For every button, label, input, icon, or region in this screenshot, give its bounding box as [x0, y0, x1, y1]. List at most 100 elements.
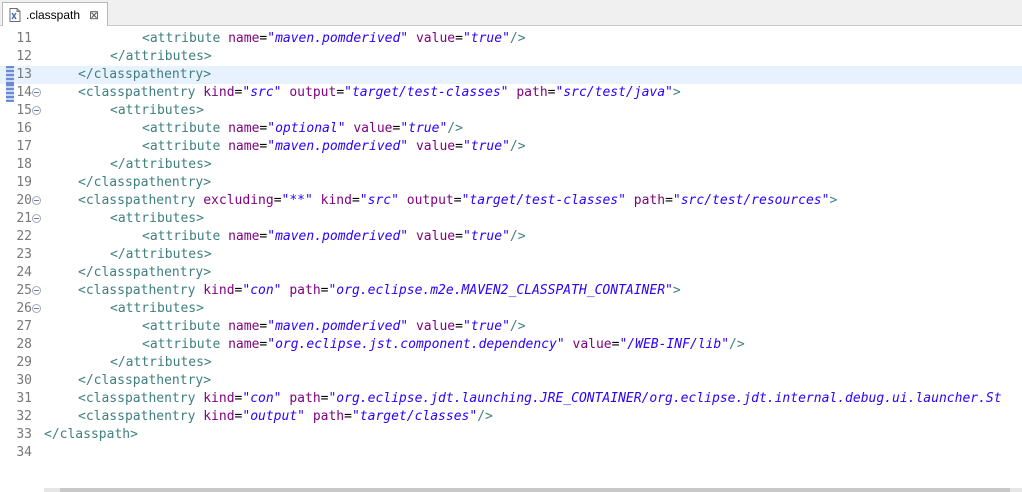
- token-eq: =: [351, 193, 360, 208]
- token-attr: value: [415, 319, 456, 334]
- code-line[interactable]: 27 <attribute name = "maven.pomderived" val…: [0, 318, 1022, 336]
- token-sp: [408, 229, 416, 244]
- token-val: "maven.pomderived": [267, 319, 409, 334]
- code-text: </attributes>: [110, 354, 212, 372]
- tab-title: .classpath: [26, 7, 81, 22]
- token-tag: >: [672, 283, 681, 298]
- token-attr: name: [228, 139, 260, 154]
- token-val: "true": [462, 31, 510, 46]
- code-text: <attribute name = "maven.pomderived" value…: [142, 228, 526, 246]
- token-val: "con": [242, 391, 282, 406]
- token-tag: <classpathentry: [78, 409, 196, 424]
- line-number: 19: [16, 175, 32, 190]
- fold-collapse-icon[interactable]: [32, 304, 41, 313]
- token-eq: =: [453, 193, 462, 208]
- token-sp: [220, 139, 228, 154]
- code-line[interactable]: 14 <classpathentry kind="src" output="tar…: [0, 84, 1022, 102]
- code-text: </attributes>: [110, 48, 212, 66]
- code-text: </classpathentry>: [78, 264, 211, 282]
- token-val: "**": [281, 193, 313, 208]
- line-number: 30: [16, 373, 32, 388]
- token-tag: <attribute: [142, 31, 221, 46]
- line-number: 20: [16, 193, 32, 208]
- token-sp: [565, 337, 573, 352]
- fold-collapse-icon[interactable]: [32, 106, 41, 115]
- fold-collapse-icon[interactable]: [32, 214, 41, 223]
- code-line[interactable]: 25 <classpathentry kind="con" path="org.e…: [0, 282, 1022, 300]
- code-line[interactable]: 17 <attribute name = "maven.pomderived" val…: [0, 138, 1022, 156]
- token-tag: <attributes>: [110, 211, 204, 226]
- tab-classpath[interactable]: .classpath ⊠: [2, 2, 108, 26]
- code-line[interactable]: 23 </attributes>: [0, 246, 1022, 264]
- token-val: "maven.pomderived": [267, 139, 409, 154]
- code-line[interactable]: 34: [0, 444, 1022, 462]
- token-tag: />: [509, 229, 526, 244]
- line-number: 17: [16, 139, 32, 154]
- token-sp: [399, 193, 407, 208]
- line-number: 12: [16, 49, 32, 64]
- code-line[interactable]: 11 <attribute name = "maven.pomderived" val…: [0, 30, 1022, 48]
- close-icon[interactable]: ⊠: [87, 8, 101, 22]
- token-val: "src/test/resources": [672, 193, 830, 208]
- token-tag: >: [829, 193, 838, 208]
- fold-collapse-icon[interactable]: [32, 88, 41, 97]
- token-tag: </classpathentry>: [78, 373, 212, 388]
- code-text: <attribute name = "maven.pomderived" value…: [142, 30, 526, 48]
- line-number: 26: [16, 301, 32, 316]
- token-tag: <attribute: [142, 337, 221, 352]
- token-sp: [305, 409, 313, 424]
- code-text: </attributes>: [110, 246, 212, 264]
- token-tag: </classpathentry>: [78, 67, 212, 82]
- code-line[interactable]: 26 <attributes>: [0, 300, 1022, 318]
- code-line[interactable]: 28 <attribute name="org.eclipse.jst.compo…: [0, 336, 1022, 354]
- code-line[interactable]: 31 <classpathentry kind="con" path="org.e…: [0, 390, 1022, 408]
- code-text: <attribute name = "maven.pomderived" value…: [142, 138, 526, 156]
- token-eq: =: [455, 31, 463, 46]
- code-line[interactable]: 16 <attribute name="optional" value="true…: [0, 120, 1022, 138]
- line-number: 14: [16, 85, 32, 100]
- line-number: 25: [16, 283, 32, 298]
- fold-collapse-icon[interactable]: [32, 286, 41, 295]
- token-tag: </attributes>: [110, 49, 212, 64]
- token-attr: kind: [203, 85, 235, 100]
- code-line[interactable]: 22 <attribute name = "maven.pomderived" val…: [0, 228, 1022, 246]
- token-attr: output: [406, 193, 454, 208]
- token-val: "con": [242, 283, 282, 298]
- code-line[interactable]: 33 </classpath>: [0, 426, 1022, 444]
- code-line[interactable]: 21 <attributes>: [0, 210, 1022, 228]
- code-line[interactable]: 18 </attributes>: [0, 156, 1022, 174]
- token-tag: <attribute: [142, 229, 221, 244]
- fold-collapse-icon[interactable]: [32, 196, 41, 205]
- code-line[interactable]: 13 </classpathentry>: [0, 66, 1022, 84]
- code-line[interactable]: 24 </classpathentry>: [0, 264, 1022, 282]
- xml-source-editor[interactable]: 11 <attribute name = "maven.pomderived" val…: [0, 26, 1022, 492]
- code-line[interactable]: 30 </classpathentry>: [0, 372, 1022, 390]
- code-line[interactable]: 12 </attributes>: [0, 48, 1022, 66]
- token-tag: </attributes>: [110, 355, 212, 370]
- token-val: "src": [242, 85, 282, 100]
- code-line[interactable]: 19 </classpathentry>: [0, 174, 1022, 192]
- line-number: 29: [16, 355, 32, 370]
- code-line[interactable]: 15 <attributes>: [0, 102, 1022, 120]
- token-val: "true": [462, 229, 510, 244]
- code-text: <classpathentry kind="src" output="targe…: [78, 84, 681, 102]
- token-tag: </attributes>: [110, 247, 212, 262]
- horizontal-scrollbar[interactable]: [44, 488, 1022, 492]
- token-tag: </classpathentry>: [78, 175, 212, 190]
- code-line[interactable]: 32 <classpathentry kind="output" path="ta…: [0, 408, 1022, 426]
- horizontal-scrollbar-thumb[interactable]: [60, 488, 1010, 492]
- token-sp: [408, 139, 416, 154]
- token-attr: value: [353, 121, 393, 136]
- token-sp: [408, 319, 416, 334]
- token-val: "org.eclipse.jdt.launching.JRE_CONTAINER…: [328, 391, 1002, 406]
- code-text: <classpathentry kind="con" path="org.ecl…: [78, 282, 681, 300]
- code-line[interactable]: 29 </attributes>: [0, 354, 1022, 372]
- token-sp: [220, 337, 228, 352]
- token-attr: path: [516, 85, 548, 100]
- line-number: 33: [16, 427, 32, 442]
- code-text: <attributes>: [110, 210, 204, 228]
- code-line[interactable]: 20 <classpathentry excluding="**" kind="s…: [0, 192, 1022, 210]
- token-eq: =: [665, 193, 673, 208]
- token-eq: =: [455, 319, 463, 334]
- token-tag: <attributes>: [110, 103, 204, 118]
